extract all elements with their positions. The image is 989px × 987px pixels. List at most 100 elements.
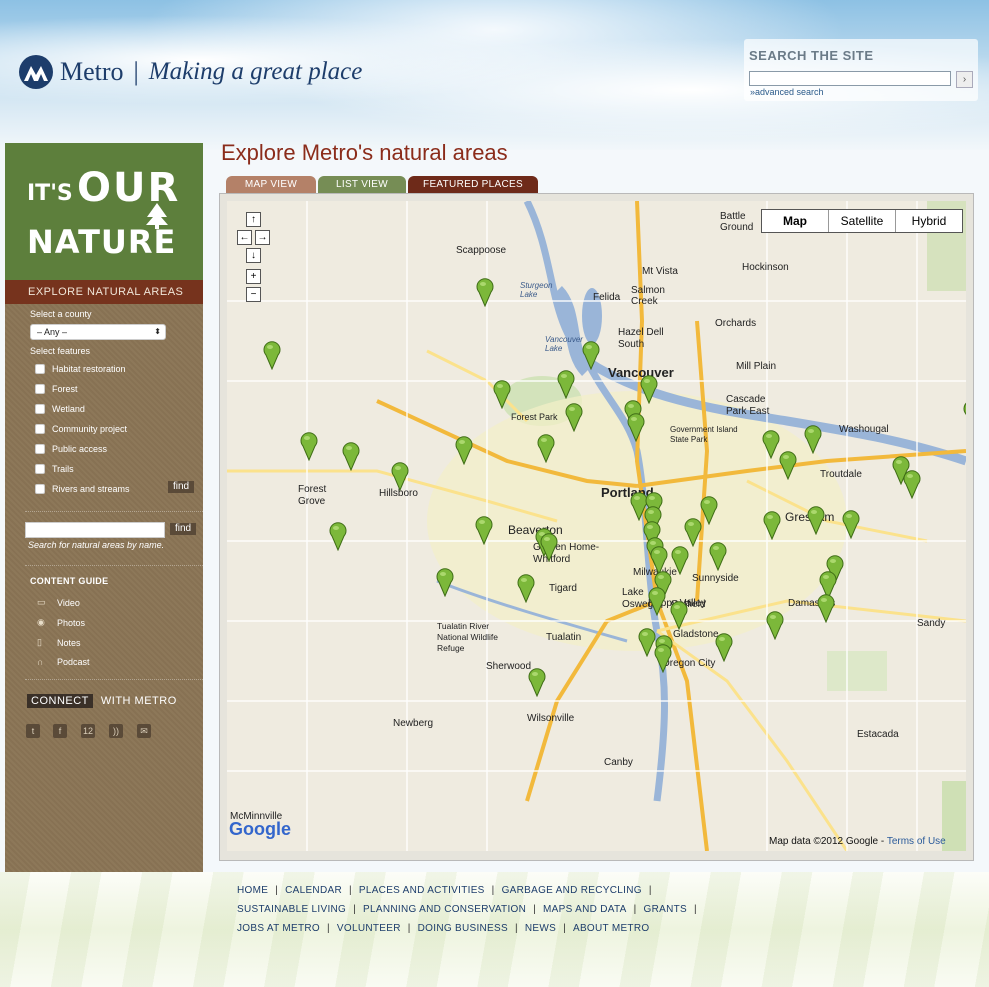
terms-of-use-link[interactable]: Terms of Use (887, 836, 946, 847)
map-type-map-button[interactable]: Map (762, 210, 828, 232)
search-go-button[interactable]: › (956, 71, 973, 88)
google-logo[interactable]: Google (229, 819, 291, 840)
map-type-hybrid-button[interactable]: Hybrid (895, 210, 962, 232)
checkbox[interactable] (35, 384, 45, 394)
feature-forest[interactable]: Forest (35, 384, 78, 394)
calendar-icon[interactable]: 12 (81, 724, 95, 738)
map-marker-pin[interactable] (762, 429, 780, 459)
feature-wetland[interactable]: Wetland (35, 404, 85, 414)
pan-right-icon[interactable]: → (255, 230, 270, 245)
checkbox[interactable] (35, 444, 45, 454)
tab-list-view[interactable]: LIST VIEW (318, 176, 406, 194)
footer-link-garbage[interactable]: GARBAGE AND RECYCLING (502, 885, 642, 896)
footer-link-maps[interactable]: MAPS AND DATA (543, 904, 627, 915)
county-select[interactable]: – Any – ⬍ (30, 324, 166, 340)
footer-link-news[interactable]: NEWS (525, 923, 556, 934)
name-find-button[interactable]: find (170, 523, 196, 535)
with-metro-label: WITH METRO (100, 695, 177, 707)
search-input[interactable] (749, 71, 951, 86)
email-icon[interactable]: ✉ (137, 724, 151, 738)
footer-link-calendar[interactable]: CALENDAR (285, 885, 342, 896)
pan-left-icon[interactable]: ← (237, 230, 252, 245)
its-our-nature-logo[interactable]: IT'S OUR NATURE (5, 143, 203, 280)
content-guide-podcast[interactable]: ∩ Podcast (37, 657, 90, 667)
feature-habitat-restoration[interactable]: Habitat restoration (35, 364, 126, 374)
map-marker-pin[interactable] (709, 541, 727, 571)
map-marker-pin[interactable] (684, 517, 702, 547)
feature-public-access[interactable]: Public access (35, 444, 107, 454)
zoom-out-icon[interactable]: − (246, 287, 261, 302)
footer-link-grants[interactable]: GRANTS (644, 904, 687, 915)
footer-link-business[interactable]: DOING BUSINESS (418, 923, 508, 934)
content-guide-video[interactable]: ▭ Video (37, 597, 80, 608)
map-marker-pin[interactable] (300, 431, 318, 461)
map-marker-pin[interactable] (436, 567, 454, 597)
footer-link-places[interactable]: PLACES AND ACTIVITIES (359, 885, 485, 896)
facebook-icon[interactable]: f (53, 724, 67, 738)
features-find-button[interactable]: find (168, 481, 194, 493)
footer-link-jobs[interactable]: JOBS AT METRO (237, 923, 320, 934)
content-guide-notes[interactable]: ▯ Notes (37, 637, 81, 648)
map-marker-pin[interactable] (842, 509, 860, 539)
map-marker-pin[interactable] (766, 610, 784, 640)
map-marker-pin[interactable] (715, 632, 733, 662)
map-type-satellite-button[interactable]: Satellite (828, 210, 895, 232)
map-marker-pin[interactable] (517, 573, 535, 603)
zoom-in-icon[interactable]: + (246, 269, 261, 284)
footer-link-sustainable[interactable]: SUSTAINABLE LIVING (237, 904, 346, 915)
map-marker-pin[interactable] (817, 593, 835, 623)
map-marker-pin[interactable] (557, 369, 575, 399)
map-marker-pin[interactable] (455, 435, 473, 465)
map-marker-pin[interactable] (540, 532, 558, 562)
pan-up-icon[interactable]: ↑ (246, 212, 261, 227)
checkbox[interactable] (35, 364, 45, 374)
map-marker-pin[interactable] (263, 340, 281, 370)
footer-link-volunteer[interactable]: VOLUNTEER (337, 923, 401, 934)
feature-trails[interactable]: Trails (35, 464, 74, 474)
feature-community-project[interactable]: Community project (35, 424, 127, 434)
tab-map-view[interactable]: MAP VIEW (226, 176, 316, 194)
checkbox[interactable] (35, 404, 45, 414)
footer-link-about[interactable]: ABOUT METRO (573, 923, 649, 934)
map-marker-pin[interactable] (342, 441, 360, 471)
natural-area-search-input[interactable] (25, 522, 165, 538)
map-marker-pin[interactable] (903, 469, 921, 499)
map-marker-pin[interactable] (763, 510, 781, 540)
pan-down-icon[interactable]: ↓ (246, 248, 261, 263)
map-marker-pin[interactable] (640, 374, 658, 404)
twitter-icon[interactable]: t (26, 724, 40, 738)
map-marker-pin[interactable] (671, 545, 689, 575)
footer-link-planning[interactable]: PLANNING AND CONSERVATION (363, 904, 526, 915)
map-marker-pin[interactable] (804, 424, 822, 454)
map-marker-pin[interactable] (475, 515, 493, 545)
map-marker-pin[interactable] (329, 521, 347, 551)
map-canvas[interactable]: Map Satellite Hybrid ↑ ← → ↓ + − Battle … (227, 201, 966, 851)
checkbox[interactable] (35, 424, 45, 434)
map-marker-pin[interactable] (565, 402, 583, 432)
metro-logo[interactable]: Metro | Making a great place (18, 52, 362, 92)
map-marker-pin[interactable] (700, 495, 718, 525)
map-marker-pin[interactable] (528, 667, 546, 697)
map-marker-pin[interactable] (582, 340, 600, 370)
tab-featured-places[interactable]: FEATURED PLACES (408, 176, 538, 194)
feature-rivers-and-streams[interactable]: Rivers and streams (35, 484, 130, 494)
map-marker-pin[interactable] (648, 586, 666, 616)
advanced-search-link[interactable]: »advanced search (750, 87, 824, 97)
map-marker-pin[interactable] (537, 433, 555, 463)
map-marker-pin[interactable] (391, 461, 409, 491)
map-marker-pin[interactable] (670, 600, 688, 630)
map-marker-pin[interactable] (493, 379, 511, 409)
map-label: Newberg (393, 718, 434, 729)
map-label: Mill Plain (736, 361, 777, 372)
checkbox[interactable] (35, 464, 45, 474)
checkbox[interactable] (35, 484, 45, 494)
content-guide-photos[interactable]: ◉ Photos (37, 617, 85, 628)
map-marker-pin[interactable] (963, 399, 966, 429)
map-marker-pin[interactable] (807, 505, 825, 535)
rss-icon[interactable]: )) (109, 724, 123, 738)
footer-link-home[interactable]: HOME (237, 885, 268, 896)
map-marker-pin[interactable] (476, 277, 494, 307)
map-marker-pin[interactable] (654, 643, 672, 673)
map-marker-pin[interactable] (627, 412, 645, 442)
map-marker-pin[interactable] (779, 450, 797, 480)
